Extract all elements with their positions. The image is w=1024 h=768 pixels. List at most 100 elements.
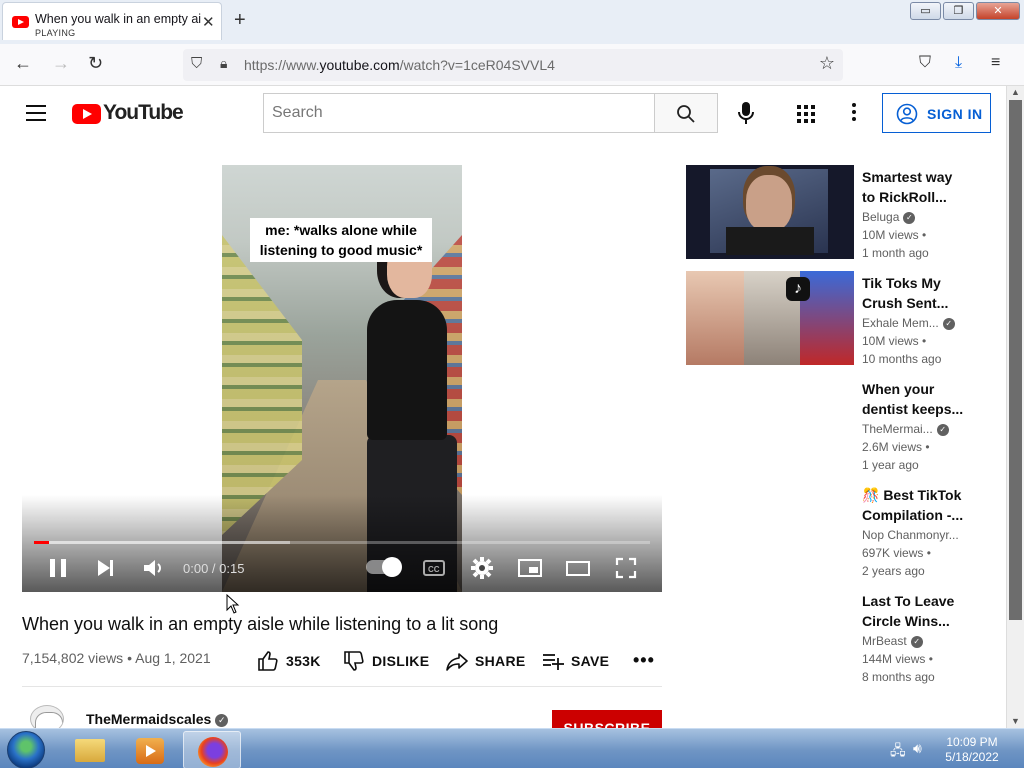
forward-arrow-icon[interactable]: → — [52, 53, 70, 74]
pocket-icon[interactable]: ⛉ — [919, 54, 931, 72]
browser-tab-bar: When you walk in an empty aisle while li… — [0, 0, 1024, 44]
recommendation-channel[interactable]: Nop Chanmonyr... — [862, 528, 972, 542]
recommendation-channel[interactable]: Exhale Mem... ✓ — [862, 316, 972, 330]
channel-name-row[interactable]: TheMermaidscales ✓ — [86, 711, 229, 727]
recommendation-views: 697K views • — [862, 546, 931, 560]
rec-channel-name: TheMermai... — [862, 422, 933, 436]
volume-icon[interactable] — [142, 556, 166, 580]
new-tab-icon[interactable]: + — [234, 9, 246, 32]
like-count: 353K — [286, 653, 321, 669]
taskbar-firefox[interactable] — [183, 731, 241, 768]
menu-icon[interactable]: ≡ — [991, 54, 1000, 72]
download-icon[interactable]: ⤓ — [955, 54, 962, 72]
microphone-icon[interactable] — [737, 101, 755, 125]
fullscreen-icon[interactable] — [614, 556, 638, 580]
video-caption: me: *walks alone while listening to good… — [250, 218, 432, 262]
restore-icon[interactable]: ❐ — [943, 2, 974, 20]
clock-date: 5/18/2022 — [945, 750, 999, 764]
verified-check-icon: ✓ — [942, 317, 955, 330]
taskbar-explorer[interactable] — [60, 731, 118, 768]
channel-name[interactable]: TheMermaidscales — [86, 711, 211, 727]
save-button[interactable]: SAVE — [542, 650, 609, 672]
playlist-add-icon — [543, 654, 564, 670]
thumb-coat — [726, 227, 814, 255]
recommendation-title[interactable]: Tik Toks My Crush Sent... — [862, 273, 972, 313]
more-options-icon[interactable] — [852, 103, 856, 124]
bookmark-star-icon[interactable]: ☆ — [819, 53, 835, 74]
rec-channel-name: MrBeast — [862, 634, 907, 648]
url-path: /watch?v=1ceR04SVVL4 — [399, 57, 555, 73]
rec-title-line-2: Compilation -... — [862, 507, 964, 523]
recommendation-title[interactable]: Last To Leave Circle Wins... — [862, 591, 972, 631]
thumbs-up-icon — [258, 651, 278, 671]
share-button[interactable]: SHARE — [446, 650, 526, 672]
window-close-icon[interactable]: ✕ — [976, 2, 1020, 20]
recommendation-thumbnail[interactable]: ♪ — [686, 271, 854, 365]
verified-check-icon: ✓ — [936, 423, 949, 436]
windows-taskbar: 🖧︎ 🔊︎ 10:09 PM 5/18/2022 — [0, 728, 1024, 768]
hamburger-menu-icon[interactable] — [26, 105, 46, 121]
recommendation-title[interactable]: When your dentist keeps... — [862, 379, 972, 419]
scroll-down-icon[interactable]: ▼ — [1011, 716, 1020, 726]
back-arrow-icon[interactable]: ← — [14, 53, 32, 74]
lock-icon[interactable]: 🔒︎ — [220, 55, 227, 72]
youtube-logo-text[interactable]: YouTube — [103, 101, 184, 125]
like-button[interactable]: 353K — [257, 650, 321, 672]
verified-check-icon: ✓ — [215, 713, 229, 727]
start-button-icon[interactable] — [7, 731, 45, 768]
pause-icon[interactable] — [48, 556, 68, 580]
current-time: 0:00 — [183, 561, 209, 576]
taskbar-media-player[interactable] — [121, 731, 179, 768]
rec-title-line-2: to RickRoll... — [862, 189, 947, 205]
recommendation-item[interactable]: When your dentist keeps... TheMermai... ✓ … — [686, 377, 976, 473]
rec-title-line-1: Tik Toks My — [862, 275, 941, 291]
subtitles-icon[interactable]: CC — [422, 556, 446, 580]
next-icon[interactable] — [95, 556, 117, 580]
rec-channel-name: Beluga — [862, 210, 900, 224]
recommendation-item[interactable]: Last To Leave Circle Wins... MrBeast ✓ 144… — [686, 589, 976, 685]
miniplayer-icon[interactable] — [517, 556, 543, 580]
shield-icon[interactable]: ⛉ — [191, 55, 202, 72]
progress-bar[interactable] — [34, 541, 650, 544]
url-text[interactable]: https://www.youtube.com/watch?v=1ceR04SV… — [244, 57, 555, 73]
search-button[interactable] — [654, 93, 718, 133]
network-icon[interactable]: 🖧︎ — [890, 740, 906, 764]
theater-mode-icon[interactable] — [565, 556, 591, 580]
search-input[interactable] — [263, 93, 655, 133]
verified-check-icon: ✓ — [910, 635, 923, 648]
close-tab-icon[interactable]: ✕ — [202, 13, 215, 31]
apps-grid-icon[interactable] — [797, 105, 815, 123]
folder-icon — [75, 739, 105, 762]
system-clock[interactable]: 10:09 PM 5/18/2022 — [930, 735, 1014, 765]
reload-icon[interactable]: ↻ — [88, 53, 103, 74]
more-actions-icon[interactable]: ••• — [633, 650, 655, 671]
browser-tab[interactable]: When you walk in an empty aisle while li… — [2, 2, 222, 40]
recommendation-item[interactable]: Smartest way to RickRoll... Beluga ✓ 10M v… — [686, 165, 976, 261]
scroll-up-icon[interactable]: ▲ — [1011, 87, 1020, 97]
recommendation-age: 8 months ago — [862, 670, 935, 684]
recommendation-title[interactable]: Smartest way to RickRoll... — [862, 167, 972, 207]
recommendation-item[interactable]: ♪ Tik Toks My Crush Sent... Exhale Mem...… — [686, 271, 976, 367]
autoplay-toggle[interactable] — [366, 557, 402, 577]
address-bar[interactable]: ⛉ 🔒︎ https://www.youtube.com/watch?v=1ce… — [183, 49, 843, 81]
speaker-icon[interactable]: 🔊︎ — [913, 740, 922, 757]
scrollbar-thumb[interactable] — [1009, 100, 1022, 620]
youtube-logo-icon[interactable] — [72, 104, 101, 124]
recommendation-channel[interactable]: Beluga ✓ — [862, 210, 972, 224]
recommendation-thumbnail[interactable] — [686, 165, 854, 259]
dislike-button[interactable]: DISLIKE — [343, 650, 429, 672]
minimize-icon[interactable]: ▭ — [910, 2, 941, 20]
rec-title-line-1: Smartest way — [862, 169, 953, 185]
recommendation-channel[interactable]: MrBeast ✓ — [862, 634, 972, 648]
sign-in-label: SIGN IN — [927, 106, 983, 122]
settings-gear-icon[interactable] — [470, 556, 494, 580]
recommendation-channel[interactable]: TheMermai... ✓ — [862, 422, 972, 436]
video-player[interactable]: me: *walks alone while listening to good… — [22, 165, 662, 592]
tiktok-logo-icon: ♪ — [786, 277, 810, 301]
media-player-icon — [136, 738, 164, 764]
sign-in-button[interactable]: SIGN IN — [882, 93, 991, 133]
rec-title-line-2: dentist keeps... — [862, 401, 964, 417]
page-scrollbar[interactable]: ▲ ▼ — [1006, 86, 1024, 728]
recommendation-item[interactable]: 🎊 Best TikTok Compilation -... Nop Chanmo… — [686, 483, 976, 579]
recommendation-title[interactable]: 🎊 Best TikTok Compilation -... — [862, 485, 972, 525]
